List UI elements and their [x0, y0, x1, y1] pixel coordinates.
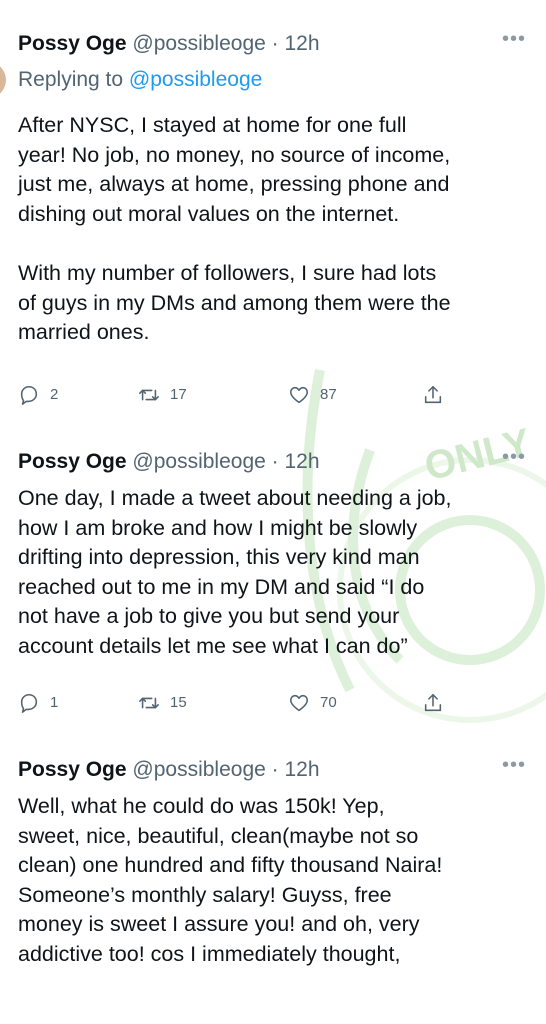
share-button[interactable] [422, 384, 444, 406]
author-name[interactable]: Possy Oge [18, 450, 127, 473]
like-button[interactable]: 87 [288, 384, 337, 406]
like-button[interactable]: 70 [288, 692, 337, 714]
like-icon [289, 386, 309, 404]
tweet-header: Possy Oge @possibleoge · 12h ••• [18, 28, 526, 62]
timestamp[interactable]: 12h [285, 758, 320, 781]
share-button[interactable] [422, 692, 444, 714]
more-options-icon[interactable]: ••• [502, 754, 526, 777]
reply-button[interactable]: 2 [18, 384, 58, 406]
more-options-icon[interactable]: ••• [502, 28, 526, 51]
author-handle[interactable]: @possibleoge [132, 758, 265, 781]
tweet-header: Possy Oge @possibleoge · 12h ••• [18, 754, 526, 788]
author-name[interactable]: Possy Oge [18, 758, 127, 781]
like-icon [289, 694, 309, 712]
like-count: 87 [320, 386, 337, 403]
reply-icon [20, 385, 38, 405]
tweet-text: After NYSC, I stayed at home for one ful… [18, 113, 451, 345]
tweet-header: Possy Oge @possibleoge · 12h ••• [18, 446, 526, 480]
retweet-icon [139, 389, 159, 401]
separator: · [271, 450, 279, 473]
share-icon [424, 693, 442, 712]
retweet-icon [139, 697, 159, 709]
author-name[interactable]: Possy Oge [18, 32, 127, 55]
replying-to: Replying to @possibleoge [18, 68, 262, 92]
tweet-actions: 1 15 70 [18, 692, 448, 718]
like-count: 70 [320, 694, 337, 711]
retweet-count: 17 [170, 386, 187, 403]
separator: · [271, 758, 279, 781]
share-icon [424, 385, 442, 404]
tweet-actions: 2 17 87 [18, 384, 448, 410]
timestamp[interactable]: 12h [285, 32, 320, 55]
replying-handle-link[interactable]: @possibleoge [129, 68, 262, 91]
avatar[interactable] [0, 62, 6, 98]
retweet-count: 15 [170, 694, 187, 711]
reply-icon [20, 693, 38, 713]
replying-label: Replying to [18, 68, 124, 91]
reply-button[interactable]: 1 [18, 692, 58, 714]
retweet-button[interactable]: 15 [138, 692, 187, 714]
tweet-text: One day, I made a tweet about needing a … [18, 486, 452, 658]
more-options-icon[interactable]: ••• [502, 446, 526, 469]
author-handle[interactable]: @possibleoge [132, 450, 265, 473]
author-handle[interactable]: @possibleoge [132, 32, 265, 55]
tweet-text: Well, what he could do was 150k! Yep, sw… [18, 794, 443, 966]
retweet-button[interactable]: 17 [138, 384, 187, 406]
timestamp[interactable]: 12h [285, 450, 320, 473]
reply-count: 1 [50, 694, 59, 711]
separator: · [271, 32, 279, 55]
reply-count: 2 [50, 386, 59, 403]
